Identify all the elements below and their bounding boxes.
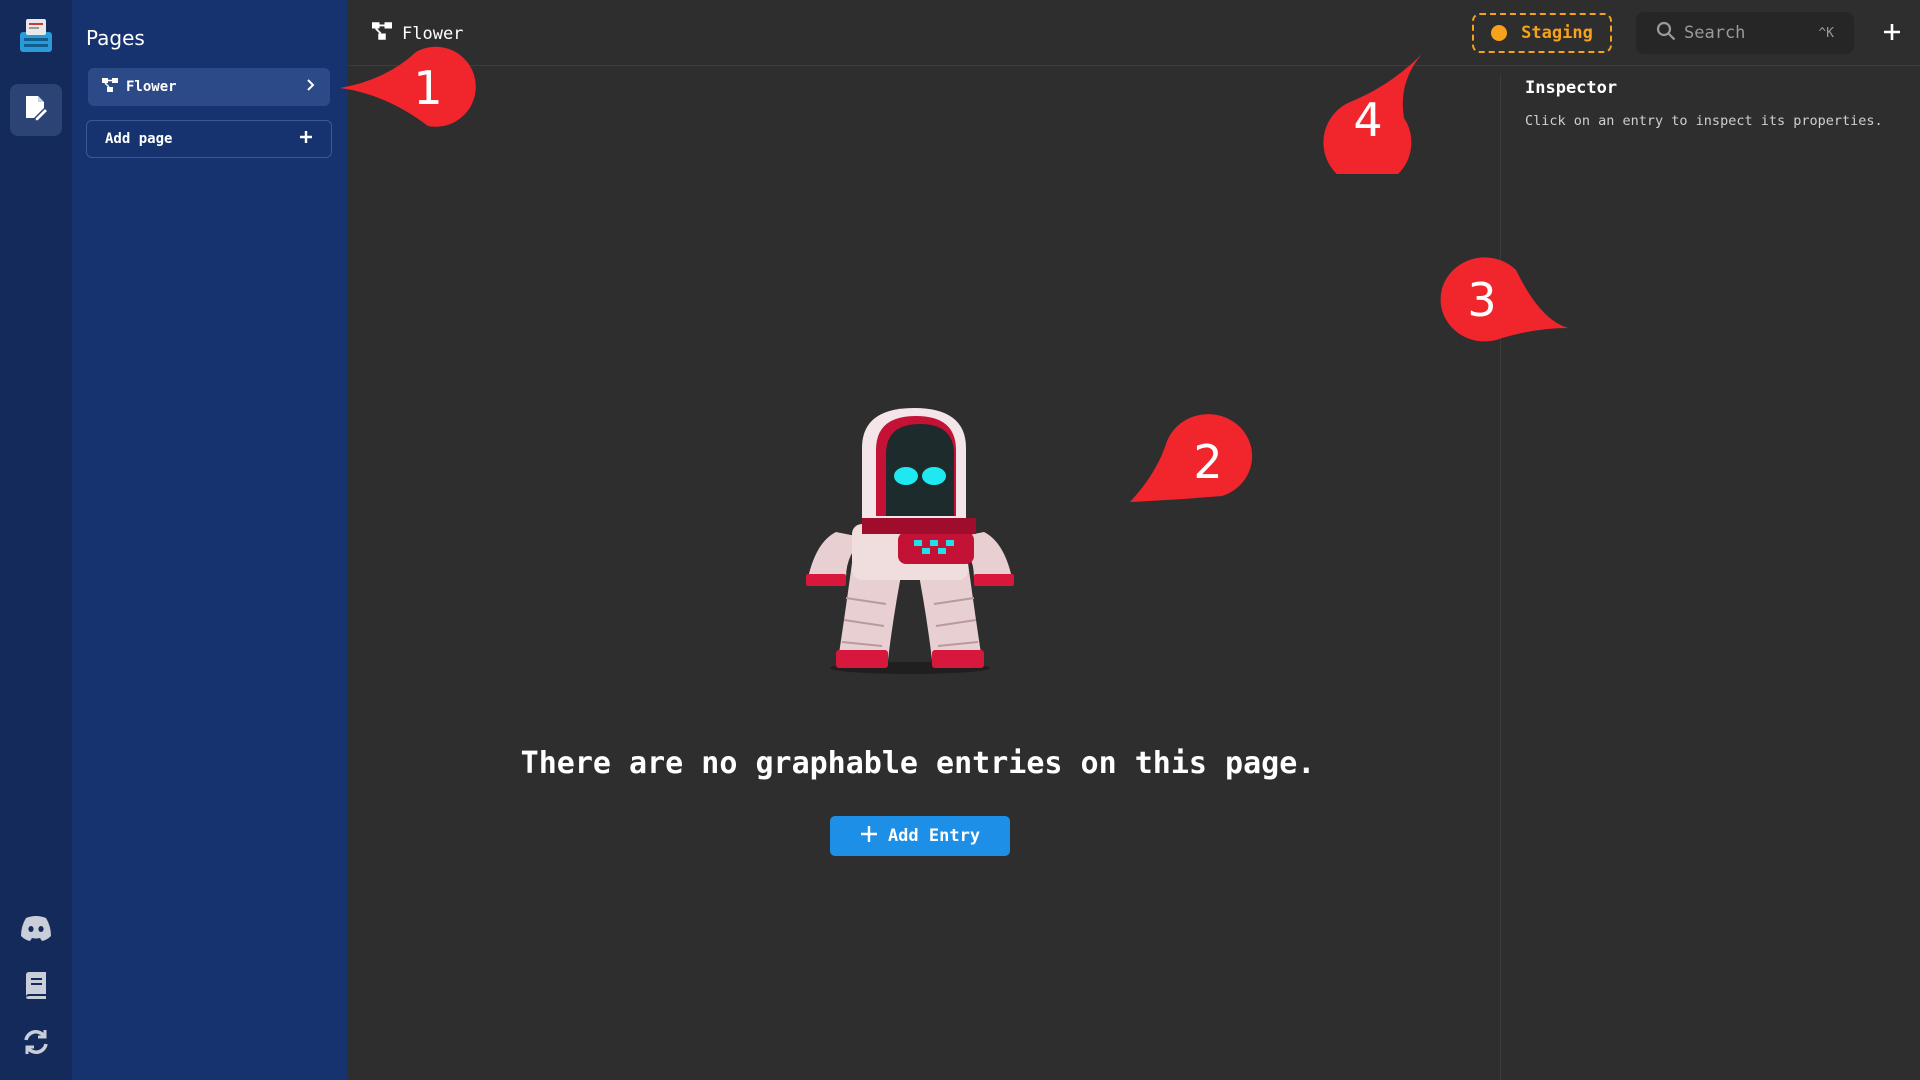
callout-2: 2 [1130, 414, 1253, 502]
breadcrumb: Flower [372, 22, 463, 45]
add-page-button[interactable]: Add page [86, 120, 332, 158]
callout-4: 4 [1323, 54, 1422, 174]
pages-sidebar: Pages Flower Add page [72, 0, 348, 1080]
empty-state-message: There are no graphable entries on this p… [520, 746, 1316, 781]
callout-1-label: 1 [413, 61, 442, 115]
graph-nodes-icon [372, 22, 392, 45]
search-shortcut: ^K [1818, 25, 1834, 41]
search-icon [1656, 21, 1676, 46]
search-input[interactable]: Search ^K [1636, 12, 1854, 54]
discord-icon[interactable] [18, 910, 54, 946]
sidebar-item-flower[interactable]: Flower [88, 68, 330, 106]
graph-nodes-icon [102, 78, 118, 96]
add-page-label: Add page [105, 131, 173, 147]
sidebar-title: Pages [86, 26, 145, 50]
app-logo-icon[interactable] [16, 16, 56, 56]
search-placeholder: Search [1684, 23, 1746, 43]
environment-badge[interactable]: Staging [1472, 13, 1612, 53]
robot-illustration [806, 398, 1018, 678]
plus-icon [299, 130, 313, 148]
page-edit-icon [23, 94, 50, 126]
sidebar-item-label: Flower [126, 79, 177, 95]
callout-3-label: 3 [1467, 273, 1496, 327]
callout-4-label: 4 [1353, 93, 1382, 147]
add-button[interactable] [1874, 16, 1910, 52]
inspector-hint: Click on an entry to inspect its propert… [1525, 113, 1883, 129]
inspector-panel: Inspector Click on an entry to inspect i… [1500, 75, 1920, 1080]
inspector-title: Inspector [1525, 78, 1618, 98]
breadcrumb-page: Flower [402, 23, 464, 44]
icon-rail [0, 0, 72, 1080]
add-entry-button[interactable]: Add Entry [830, 816, 1010, 856]
pages-nav-button[interactable] [10, 84, 62, 136]
environment-label: Staging [1521, 23, 1593, 43]
callout-2-label: 2 [1193, 435, 1222, 489]
plus-icon [860, 825, 878, 848]
book-icon[interactable] [18, 968, 54, 1004]
status-dot-icon [1491, 25, 1508, 41]
callout-1: 1 [340, 46, 476, 127]
callout-3: 3 [1440, 257, 1568, 342]
refresh-icon[interactable] [18, 1024, 54, 1060]
add-entry-label: Add Entry [887, 826, 981, 846]
top-bar: Flower Staging Search ^K [348, 0, 1920, 66]
chevron-right-icon [306, 78, 316, 96]
plus-icon [1883, 23, 1901, 45]
